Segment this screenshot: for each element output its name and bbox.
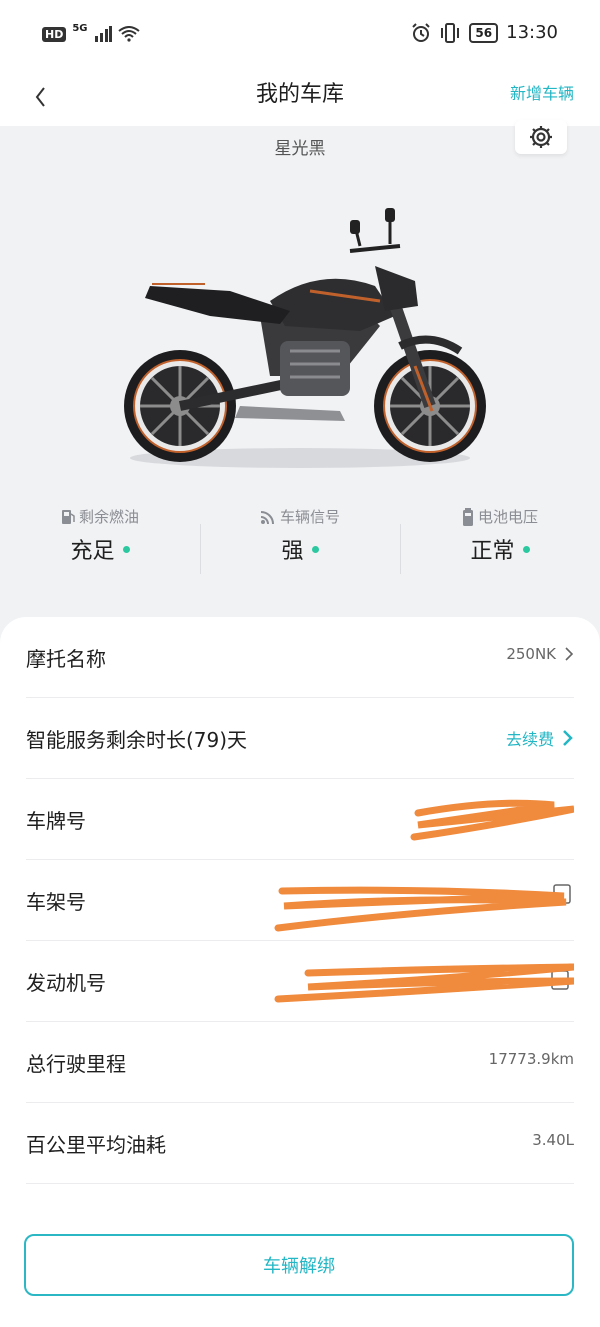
row-label: 总行驶里程 — [26, 1052, 126, 1076]
renew-link[interactable]: 去续费 — [506, 726, 574, 750]
vehicle-color-name: 星光黑 — [274, 139, 326, 159]
stat-fuel-value: 充足 — [70, 539, 115, 564]
vehicle-stats: 剩余燃油 充足 车辆信号 强 电池电压 正常 — [0, 506, 600, 586]
mileage-value: 17773.9km — [488, 1050, 574, 1068]
battery-icon — [462, 507, 473, 526]
row-smart-service: 智能服务剩余时长(79)天 去续费 — [26, 698, 574, 779]
add-vehicle-link[interactable]: 新增车辆 — [510, 80, 574, 104]
row-label: 智能服务剩余时长(79)天 — [26, 728, 248, 752]
wifi-icon — [117, 26, 140, 42]
status-dot — [311, 545, 319, 553]
row-label: 摩托名称 — [26, 647, 106, 671]
status-dot — [522, 545, 530, 553]
signal-icon — [94, 26, 112, 42]
stat-battery-label: 电池电压 — [477, 508, 538, 526]
settings-button[interactable] — [515, 120, 567, 154]
hd-badge: HD — [42, 26, 67, 42]
stat-fuel-label: 剩余燃油 — [78, 508, 139, 526]
stat-signal-value: 强 — [281, 539, 304, 564]
stat-signal-label: 车辆信号 — [279, 508, 340, 526]
chevron-right-icon — [565, 647, 574, 661]
chevron-right-icon — [563, 730, 573, 746]
stat-battery-value: 正常 — [470, 539, 515, 564]
signal-wave-icon — [260, 510, 274, 524]
vehicle-hero: 星光黑 剩余燃油 充足 车辆信号 强 电池电压 正常 — [0, 120, 600, 626]
row-plate-number[interactable]: 车牌号 — [26, 779, 574, 860]
stat-signal: 车辆信号 强 — [200, 506, 400, 586]
redaction-scribble — [274, 963, 574, 1003]
gear-icon — [530, 126, 552, 148]
renew-label: 去续费 — [505, 730, 554, 749]
fuel-consumption-value: 3.40L — [532, 1131, 574, 1149]
redaction-scribble — [410, 799, 574, 841]
stat-battery: 电池电压 正常 — [400, 506, 600, 586]
row-fuel-consumption: 百公里平均油耗 3.40L — [26, 1103, 574, 1184]
vibrate-icon — [441, 22, 460, 43]
row-motorcycle-name[interactable]: 摩托名称 250NK — [26, 617, 574, 698]
vehicle-details-card: 摩托名称 250NK 智能服务剩余时长(79)天 去续费 车牌号 车架号 发动机… — [0, 617, 600, 1327]
motorcycle-image — [124, 208, 486, 468]
row-total-mileage: 总行驶里程 17773.9km — [26, 1022, 574, 1103]
unbind-vehicle-button[interactable]: 车辆解绑 — [24, 1234, 574, 1296]
stat-fuel: 剩余燃油 充足 — [0, 506, 200, 586]
fuel-icon — [61, 509, 75, 524]
redaction-scribble — [274, 884, 571, 932]
alarm-icon — [412, 22, 431, 42]
network-type: 5G — [72, 22, 88, 34]
status-dot — [122, 545, 130, 553]
row-frame-number[interactable]: 车架号 — [26, 860, 574, 941]
status-bar: HD 5G 56 13:30 — [0, 0, 600, 70]
row-label: 百公里平均油耗 — [26, 1133, 166, 1157]
battery-level: 56 — [469, 22, 499, 43]
header: 我的车库 新增车辆 — [0, 70, 600, 126]
clock: 13:30 — [506, 22, 558, 43]
row-engine-number[interactable]: 发动机号 — [26, 941, 574, 1022]
motorcycle-name-value: 250NK — [506, 645, 556, 663]
